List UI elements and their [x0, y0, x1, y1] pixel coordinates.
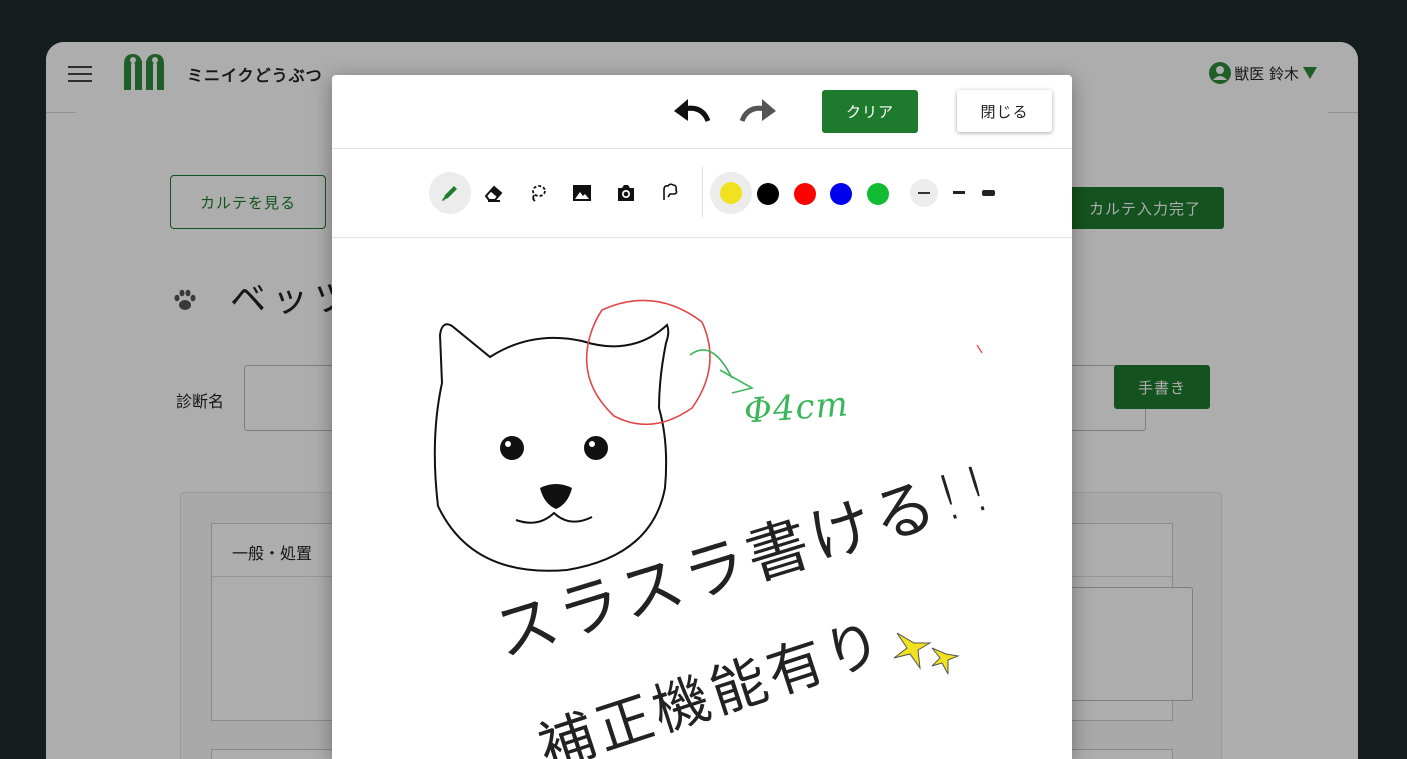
handwrite-button[interactable]: 手書き — [1114, 365, 1210, 409]
section-tab-label[interactable]: 一般・処置 — [232, 540, 312, 564]
size-annotation: Φ4cm — [742, 384, 851, 432]
color-blue[interactable] — [830, 183, 852, 205]
paw-icon — [174, 289, 196, 310]
drawing-canvas[interactable]: Φ4cm スラスラ書ける!! 補正機能有り — [332, 238, 1072, 759]
camera-icon — [618, 185, 634, 201]
eraser-icon — [484, 185, 503, 202]
logo-icon — [124, 54, 164, 90]
toolbar-divider — [702, 167, 703, 217]
caret-down-icon — [1303, 67, 1317, 79]
color-swatch — [720, 182, 742, 204]
image-icon — [573, 185, 591, 201]
user-name: 獣医 鈴木 — [1234, 64, 1299, 83]
stroke-thick[interactable] — [982, 190, 995, 196]
diagnosis-label: 診断名 — [176, 392, 225, 411]
user-avatar-icon — [1209, 62, 1232, 84]
undo-icon[interactable] — [672, 97, 714, 127]
color-yellow[interactable] — [710, 172, 752, 214]
shape-tool[interactable] — [649, 172, 691, 214]
color-black[interactable] — [757, 183, 779, 205]
redo-icon[interactable] — [736, 97, 778, 127]
user-menu[interactable]: 獣医 鈴木 — [1209, 62, 1318, 84]
pen-icon — [442, 186, 457, 201]
shape-icon — [663, 183, 678, 200]
pen-tool[interactable] — [429, 172, 471, 214]
menu-icon[interactable] — [68, 66, 92, 84]
camera-tool[interactable] — [605, 172, 647, 214]
eraser-tool[interactable] — [473, 172, 515, 214]
modal-header: クリア 閉じる — [332, 75, 1072, 149]
stroke-medium[interactable] — [953, 191, 965, 194]
drawing-toolbar — [332, 149, 1072, 238]
stroke-thin-indicator — [918, 192, 930, 194]
view-chart-button[interactable]: カルテを見る — [170, 175, 326, 229]
image-tool[interactable] — [561, 172, 603, 214]
lasso-tool[interactable] — [517, 172, 559, 214]
complete-chart-button[interactable]: カルテ入力完了 — [1066, 187, 1224, 229]
brand-name: ミニイクどうぶつ — [187, 66, 323, 85]
color-red[interactable] — [794, 183, 816, 205]
close-button[interactable]: 閉じる — [957, 90, 1052, 132]
color-green[interactable] — [867, 183, 889, 205]
handwriting-modal: クリア 閉じる Φ4cm スラスラ書ける!! 補正機能有り — [332, 75, 1072, 759]
clear-button[interactable]: クリア — [822, 90, 918, 133]
stroke-thin[interactable] — [910, 179, 938, 207]
lasso-icon — [532, 185, 546, 202]
